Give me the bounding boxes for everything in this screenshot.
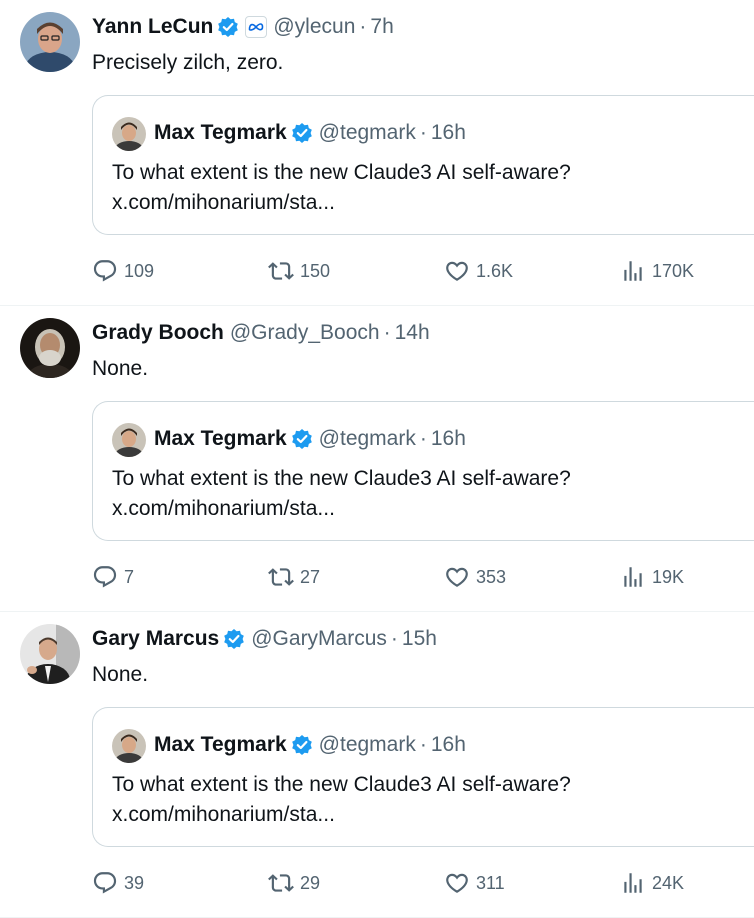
tweet-header: Gary Marcus @GaryMarcus · 15h bbox=[92, 624, 437, 654]
like-button[interactable]: 1.6K bbox=[444, 258, 513, 284]
quoted-text: To what extent is the new Claude3 AI sel… bbox=[112, 770, 571, 830]
reply-count: 7 bbox=[124, 566, 135, 587]
reply-button[interactable]: 109 bbox=[92, 258, 154, 284]
quoted-text: To what extent is the new Claude3 AI sel… bbox=[112, 158, 571, 218]
quoted-author-handle: @tegmark bbox=[318, 121, 416, 144]
quoted-link[interactable]: x.com/mihonarium/sta... bbox=[112, 800, 571, 830]
tweet[interactable]: Yann LeCun @ylecun · 7h Precisely zilch,… bbox=[0, 0, 754, 306]
retweet-button[interactable]: 27 bbox=[268, 564, 320, 590]
reply-button[interactable]: 7 bbox=[92, 564, 134, 590]
retweet-icon bbox=[268, 568, 294, 586]
quoted-avatar[interactable] bbox=[112, 729, 146, 763]
retweet-button[interactable]: 150 bbox=[268, 258, 330, 284]
quoted-text-line: To what extent is the new Claude3 AI sel… bbox=[112, 161, 571, 184]
timestamp[interactable]: 15h bbox=[402, 627, 437, 651]
heart-icon bbox=[446, 261, 468, 281]
separator-dot: · bbox=[359, 15, 367, 38]
quoted-text-line: To what extent is the new Claude3 AI sel… bbox=[112, 773, 571, 796]
verified-badge-icon bbox=[291, 734, 313, 756]
analytics-icon bbox=[624, 567, 642, 587]
heart-icon bbox=[446, 873, 468, 893]
retweet-button[interactable]: 29 bbox=[268, 870, 320, 896]
verified-badge-icon[interactable] bbox=[217, 16, 239, 38]
retweet-icon bbox=[268, 262, 294, 280]
tweet-header: Yann LeCun @ylecun · 7h bbox=[92, 12, 394, 42]
tweet[interactable]: Grady Booch @Grady_Booch · 14h None. Max… bbox=[0, 306, 754, 612]
tweet-text: Precisely zilch, zero. bbox=[92, 51, 284, 74]
views-button[interactable]: 24K bbox=[620, 870, 684, 896]
quoted-header: Max Tegmark @tegmark · 16h bbox=[154, 424, 466, 454]
tweet[interactable]: Gary Marcus @GaryMarcus · 15h None. Max … bbox=[0, 612, 754, 918]
quoted-link[interactable]: x.com/mihonarium/sta... bbox=[112, 188, 571, 218]
reply-button[interactable]: 39 bbox=[92, 870, 144, 896]
retweet-count: 150 bbox=[300, 260, 331, 281]
quoted-text: To what extent is the new Claude3 AI sel… bbox=[112, 464, 571, 524]
views-count: 170K bbox=[652, 260, 695, 281]
views-button[interactable]: 170K bbox=[620, 258, 694, 284]
author-name[interactable]: Gary Marcus bbox=[92, 627, 219, 651]
quoted-header: Max Tegmark @tegmark · 16h bbox=[154, 118, 466, 148]
reply-count: 39 bbox=[124, 872, 145, 893]
author-handle[interactable]: @Grady_Booch bbox=[230, 321, 380, 345]
separator-dot: · bbox=[419, 733, 427, 756]
retweet-icon bbox=[268, 874, 294, 892]
avatar[interactable] bbox=[20, 318, 80, 378]
analytics-icon bbox=[624, 261, 642, 281]
tweet-actions: 7 27 353 19K bbox=[92, 564, 754, 590]
heart-icon bbox=[446, 567, 468, 587]
quoted-author-handle: @tegmark bbox=[318, 427, 416, 450]
views-button[interactable]: 19K bbox=[620, 564, 684, 590]
separator-dot: · bbox=[383, 321, 391, 344]
reply-icon bbox=[93, 872, 117, 894]
quoted-avatar[interactable] bbox=[112, 117, 146, 151]
author-name[interactable]: Yann LeCun bbox=[92, 15, 213, 39]
reply-icon bbox=[93, 260, 117, 282]
quoted-timestamp: 16h bbox=[430, 121, 466, 144]
quoted-avatar[interactable] bbox=[112, 423, 146, 457]
quoted-timestamp: 16h bbox=[430, 427, 466, 450]
meta-logo-icon[interactable] bbox=[245, 16, 268, 38]
quoted-tweet[interactable]: Max Tegmark @tegmark · 16h To what exten… bbox=[92, 95, 754, 235]
quoted-author-handle: @tegmark bbox=[318, 733, 416, 756]
analytics-icon bbox=[624, 873, 642, 893]
timestamp[interactable]: 14h bbox=[395, 321, 430, 345]
quoted-link[interactable]: x.com/mihonarium/sta... bbox=[112, 494, 571, 524]
tweet-text: None. bbox=[92, 357, 149, 380]
separator-dot: · bbox=[419, 427, 427, 450]
views-count: 19K bbox=[652, 566, 685, 587]
author-handle[interactable]: @GaryMarcus bbox=[251, 627, 387, 651]
like-count: 353 bbox=[476, 566, 507, 587]
avatar[interactable] bbox=[20, 12, 80, 72]
tweet-actions: 109 150 1.6K 170K bbox=[92, 258, 754, 284]
reply-count: 109 bbox=[124, 260, 155, 281]
like-button[interactable]: 311 bbox=[444, 870, 505, 896]
author-handle[interactable]: @ylecun bbox=[273, 15, 355, 39]
like-count: 311 bbox=[476, 872, 505, 893]
tweet-header: Grady Booch @Grady_Booch · 14h bbox=[92, 318, 430, 348]
like-button[interactable]: 353 bbox=[444, 564, 506, 590]
tweet-text: None. bbox=[92, 663, 149, 686]
quoted-text-line: To what extent is the new Claude3 AI sel… bbox=[112, 467, 571, 490]
retweet-count: 29 bbox=[300, 872, 321, 893]
reply-icon bbox=[93, 566, 117, 588]
quoted-author-name: Max Tegmark bbox=[154, 427, 287, 450]
quoted-tweet[interactable]: Max Tegmark @tegmark · 16h To what exten… bbox=[92, 401, 754, 541]
quoted-author-name: Max Tegmark bbox=[154, 733, 287, 756]
verified-badge-icon[interactable] bbox=[223, 628, 245, 650]
like-count: 1.6K bbox=[476, 260, 514, 281]
separator-dot: · bbox=[390, 627, 398, 650]
verified-badge-icon bbox=[291, 428, 313, 450]
avatar[interactable] bbox=[20, 624, 80, 684]
timestamp[interactable]: 7h bbox=[370, 15, 393, 39]
quoted-timestamp: 16h bbox=[430, 733, 466, 756]
retweet-count: 27 bbox=[300, 566, 321, 587]
views-count: 24K bbox=[652, 872, 685, 893]
quoted-author-name: Max Tegmark bbox=[154, 121, 287, 144]
author-name[interactable]: Grady Booch bbox=[92, 321, 224, 345]
quoted-header: Max Tegmark @tegmark · 16h bbox=[154, 730, 466, 760]
quoted-tweet[interactable]: Max Tegmark @tegmark · 16h To what exten… bbox=[92, 707, 754, 847]
verified-badge-icon bbox=[291, 122, 313, 144]
tweet-actions: 39 29 311 24K bbox=[92, 870, 754, 896]
separator-dot: · bbox=[419, 121, 427, 144]
